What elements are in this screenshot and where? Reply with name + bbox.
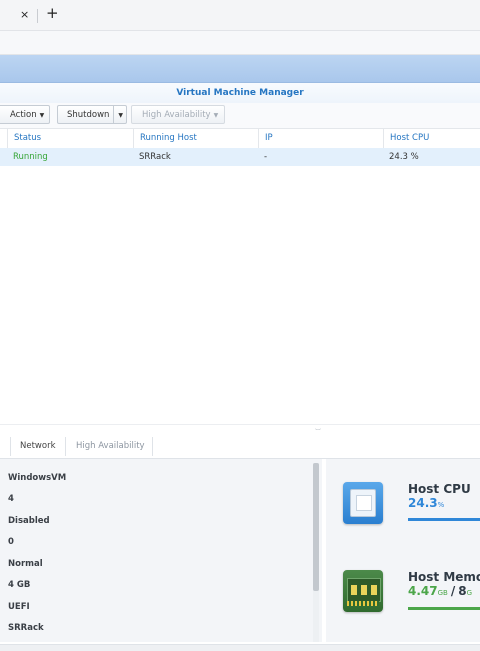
memory-total-unit: G	[466, 589, 473, 597]
property-value: WindowsVM	[8, 473, 67, 483]
cpu-unit: %	[437, 501, 445, 509]
property-value: Normal	[8, 559, 43, 569]
tab-divider	[37, 9, 38, 23]
memory-total: 8	[458, 584, 467, 598]
memory-usage-bar	[408, 607, 480, 610]
memory-pins-shape	[347, 601, 379, 606]
memory-chip-shape	[361, 585, 367, 595]
close-tab-icon[interactable]: ×	[20, 8, 29, 21]
column-header-host-cpu[interactable]: Host CPU	[383, 129, 480, 148]
property-value: Disabled	[8, 516, 50, 526]
detail-tabs: Network High Availability	[0, 435, 480, 459]
cpu-chip-shape	[350, 489, 376, 517]
tab-divider	[10, 437, 11, 456]
shutdown-button[interactable]: Shutdown ▼	[57, 105, 127, 124]
cpu-icon	[343, 482, 383, 524]
high-availability-button[interactable]: High Availability ▼	[131, 105, 225, 124]
new-tab-icon[interactable]: +	[46, 4, 59, 22]
table-header: Status Running Host IP Host CPU	[0, 128, 480, 149]
tab-divider	[65, 437, 66, 456]
property-value: UEFI	[8, 602, 30, 612]
properties-panel: WindowsVM 4 Disabled 0 Normal 4 GB UEFI …	[0, 459, 322, 642]
memory-used-unit: GB	[437, 589, 448, 597]
tab-network[interactable]: Network	[20, 435, 56, 457]
shutdown-button-label: Shutdown	[67, 110, 110, 120]
cpu-usage-bar	[408, 518, 480, 521]
memory-board-shape	[347, 578, 381, 602]
memory-chip-shape	[351, 585, 357, 595]
window-title: Virtual Machine Manager	[0, 83, 480, 103]
property-value: 4 GB	[8, 580, 31, 590]
host-memory-title: Host Memo	[408, 570, 480, 584]
dsm-desktop-bar	[0, 55, 480, 83]
cpu-percent: 24.3	[408, 496, 438, 510]
host-cpu-cell: 24.3 %	[389, 152, 419, 162]
high-availability-label: High Availability	[142, 110, 211, 120]
ip-cell: -	[264, 152, 268, 162]
memory-used: 4.47	[408, 584, 438, 598]
memory-icon	[343, 570, 383, 612]
status-cell: Running	[13, 152, 48, 162]
host-cpu-value: 24.3%	[408, 496, 444, 510]
chevron-down-icon: ▼	[213, 112, 219, 119]
tab-divider	[152, 437, 153, 456]
host-cpu-title: Host CPU	[408, 482, 471, 496]
column-header-ip[interactable]: IP	[258, 129, 383, 148]
scrollbar-thumb[interactable]	[313, 463, 319, 591]
host-memory-value: 4.47GB/8G	[408, 584, 472, 598]
cpu-chip-core	[356, 495, 372, 511]
browser-toolbar	[0, 31, 480, 55]
action-toolbar: Action ▼ Shutdown ▼ High Availability ▼	[0, 103, 480, 129]
property-value: 0	[8, 537, 14, 547]
memory-slash: /	[450, 584, 456, 598]
chevron-down-icon: ▼	[39, 112, 45, 119]
property-value: SRRack	[8, 623, 44, 633]
chevron-down-icon[interactable]: ▼	[118, 106, 123, 125]
action-button[interactable]: Action ▼	[0, 105, 50, 124]
column-header-running-host[interactable]: Running Host	[133, 129, 258, 148]
table-row[interactable]: Running SRRack - 24.3 %	[0, 148, 480, 166]
column-header-status[interactable]: Status	[7, 129, 133, 148]
browser-tab-bar: × +	[0, 0, 480, 31]
running-host-cell: SRRack	[139, 152, 171, 162]
memory-chip-shape	[371, 585, 377, 595]
property-value: 4	[8, 494, 14, 504]
split-divider	[113, 106, 114, 123]
action-button-label: Action	[10, 110, 37, 120]
tab-high-availability[interactable]: High Availability	[76, 435, 145, 457]
